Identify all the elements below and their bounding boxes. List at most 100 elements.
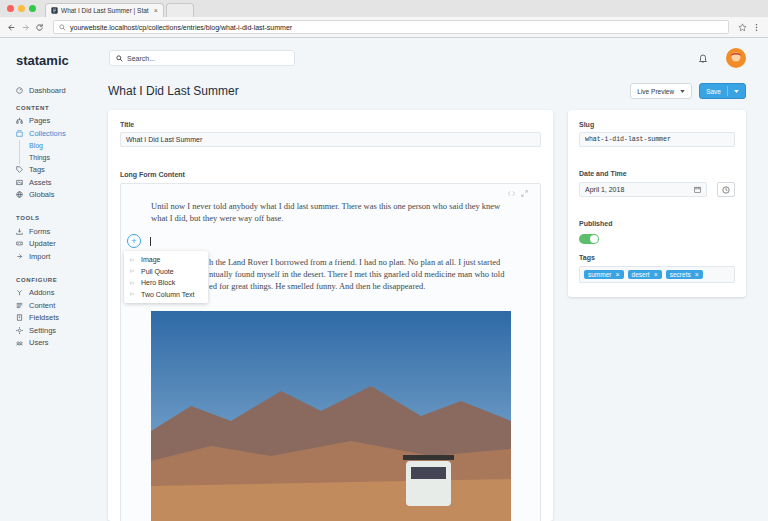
insert-button[interactable]: + (127, 234, 141, 248)
menu-item[interactable]: Two Column Text (124, 289, 208, 301)
set-icon (130, 281, 136, 285)
browser-tab[interactable]: What I Did Last Summer | Stat × (45, 3, 164, 17)
sidebar-section: CONTENT Pages Collections BlogThings Tag… (16, 102, 100, 202)
menu-item[interactable]: Image (124, 254, 208, 266)
reload-icon[interactable] (35, 23, 44, 32)
slug-input[interactable]: what-i-did-last-summer (579, 132, 735, 147)
sidebar-heading: CONFIGURE (16, 274, 100, 286)
meta-card: Slug what-i-did-last-summer Date and Tim… (568, 110, 746, 297)
tab-close[interactable]: × (154, 7, 158, 14)
tag[interactable]: desert × (628, 270, 662, 279)
content-editor[interactable]: Until now I never told anybody what I di… (120, 183, 541, 521)
tags-input[interactable]: summer × desert × secrets × (579, 266, 735, 283)
nav-icon (16, 130, 23, 137)
url-text: yourwebsite.localhost/cp/collections/ent… (70, 24, 292, 31)
insert-menu: Image Pull Quote Hero Block Two Column T… (124, 251, 208, 303)
tag-remove[interactable]: × (695, 271, 699, 278)
text-cursor (150, 237, 151, 246)
tag-remove[interactable]: × (615, 271, 619, 278)
sidebar-item[interactable]: Updater (16, 238, 100, 251)
nav-icon (16, 228, 23, 235)
desert-photo (151, 311, 511, 521)
set-icon (130, 269, 136, 273)
sidebar-item[interactable]: Fieldsets (16, 312, 100, 325)
sidebar-item[interactable]: Dashboard (16, 84, 100, 97)
insert-row: + Image Pull Quote Hero Block Two Column… (151, 234, 531, 248)
tab-title: What I Did Last Summer | Stat (61, 7, 149, 14)
sidebar-section: TOOLS Forms Updater Import (16, 212, 100, 263)
app-header: statamic Search... (0, 38, 768, 78)
browser-tab-bar: What I Did Last Summer | Stat × (0, 0, 768, 17)
page-title: What I Did Last Summer (108, 84, 623, 98)
editor-toolbar (151, 186, 528, 200)
page-header: What I Did Last Summer Live Preview Save (108, 78, 746, 104)
sidebar-item[interactable]: Settings (16, 324, 100, 337)
set-icon (130, 258, 136, 262)
sidebar-item[interactable]: Addons (16, 287, 100, 300)
nav-icon (16, 191, 23, 198)
close-dot[interactable] (7, 5, 14, 12)
fullscreen-icon[interactable] (521, 190, 528, 197)
sidebar-subitem[interactable]: Things (29, 152, 100, 164)
avatar-icon[interactable] (726, 48, 746, 68)
nav-icon (16, 302, 23, 309)
published-toggle[interactable] (579, 234, 599, 244)
sidebar-item[interactable]: Forms (16, 225, 100, 238)
search-icon (59, 24, 66, 31)
live-preview-button[interactable]: Live Preview (630, 83, 692, 99)
notification-icon[interactable] (698, 53, 708, 63)
nav-icon (16, 117, 23, 124)
caret-icon (734, 90, 739, 93)
nav-icon (16, 289, 23, 296)
sidebar-heading: CONTENT (16, 102, 100, 114)
tag[interactable]: summer × (584, 270, 624, 279)
logo[interactable]: statamic (0, 49, 100, 68)
nav-icon (16, 253, 23, 260)
field-label: Slug (579, 120, 735, 130)
save-button[interactable]: Save (699, 83, 746, 99)
cards: Title What I Did Last Summer Long Form C… (108, 110, 746, 521)
forward-arrow-icon[interactable] (21, 23, 30, 32)
tag-remove[interactable]: × (654, 271, 658, 278)
nav-icon (16, 314, 23, 321)
zoom-dot[interactable] (29, 5, 36, 12)
menu-item[interactable]: Hero Block (124, 277, 208, 289)
sidebar-section: Dashboard (16, 84, 100, 97)
menu-item[interactable]: Pull Quote (124, 266, 208, 278)
main-content: What I Did Last Summer Live Preview Save… (100, 78, 768, 521)
sidebar-item[interactable]: Collections (16, 127, 100, 140)
nav-icon (16, 339, 23, 346)
minimize-dot[interactable] (18, 5, 25, 12)
field-label: Published (579, 219, 735, 229)
field-label: Tags (579, 253, 735, 263)
photo[interactable] (151, 311, 511, 521)
address-bar: yourwebsite.localhost/cp/collections/ent… (0, 17, 768, 38)
sidebar-item[interactable]: Globals (16, 189, 100, 202)
title-input[interactable]: What I Did Last Summer (120, 132, 541, 147)
sidebar-item[interactable]: Import (16, 250, 100, 263)
sidebar-item[interactable]: Content (16, 299, 100, 312)
menu-icon[interactable] (752, 23, 761, 32)
field-label: Title (120, 120, 541, 130)
sidebar-item[interactable]: Users (16, 337, 100, 350)
sidebar-subitems: BlogThings (19, 140, 100, 164)
tag[interactable]: secrets × (666, 270, 703, 279)
search-field[interactable]: Search... (109, 50, 295, 66)
sidebar-subitem[interactable]: Blog (29, 140, 100, 152)
sidebar: Dashboard CONTENT Pages Collections Blog… (0, 78, 100, 521)
date-input[interactable]: April 1, 2018 (579, 182, 707, 197)
sidebar-item[interactable]: Tags (16, 164, 100, 177)
time-button[interactable] (717, 182, 735, 197)
app: statamic Search... Dashboard CONTENT Pag… (0, 38, 768, 521)
sidebar-item[interactable]: Pages (16, 115, 100, 128)
entry-card: Title What I Did Last Summer Long Form C… (108, 110, 553, 521)
sidebar-section: CONFIGURE Addons Content Fieldsets Setti… (16, 274, 100, 350)
field-label: Date and Time (579, 169, 735, 179)
caret-icon (680, 90, 685, 93)
new-tab[interactable] (166, 3, 194, 17)
code-icon[interactable] (508, 190, 515, 197)
url-field[interactable]: yourwebsite.localhost/cp/collections/ent… (53, 20, 729, 34)
sidebar-item[interactable]: Assets (16, 176, 100, 189)
star-icon[interactable] (738, 23, 747, 32)
back-arrow-icon[interactable] (7, 23, 16, 32)
